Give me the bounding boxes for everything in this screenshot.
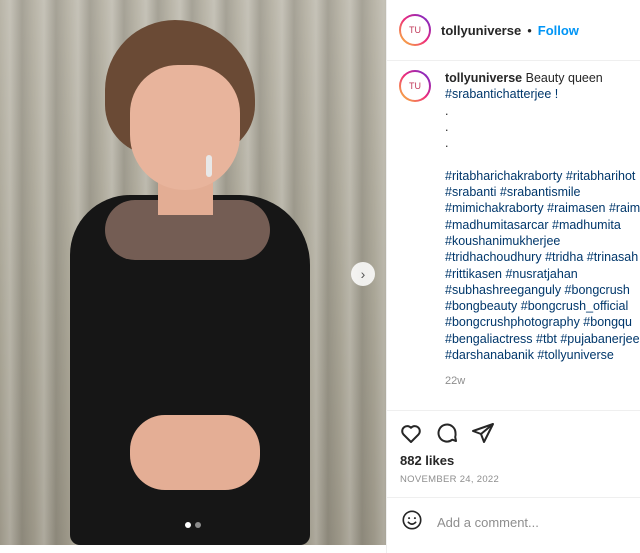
- comment-bar: [387, 497, 640, 546]
- comment-icon[interactable]: [435, 421, 459, 445]
- emoji-icon[interactable]: [401, 509, 423, 536]
- caption-avatar-initials: TU: [401, 72, 429, 100]
- hashtag-line[interactable]: #koushanimukherjee: [445, 233, 640, 249]
- hashtag-line[interactable]: #ritabharichakraborty #ritabharihot: [445, 168, 640, 184]
- comment-input[interactable]: [435, 513, 619, 531]
- avatar-initials: TU: [401, 16, 429, 44]
- post-header: TU tollyuniverse • Follow: [387, 0, 640, 61]
- caption-body: tollyuniverse Beauty queen #srabantichat…: [445, 70, 640, 390]
- hashtag-line[interactable]: #srabanti #srabantismile: [445, 184, 640, 200]
- caption-dot: .: [445, 103, 449, 118]
- hashtag-line[interactable]: #bengaliactress #tbt #pujabanerjee: [445, 331, 640, 347]
- action-icons: [387, 411, 640, 445]
- hashtag-line[interactable]: #mimichakraborty #raimasen #raim: [445, 200, 640, 216]
- carousel-dots: [0, 522, 386, 528]
- avatar[interactable]: TU: [399, 14, 431, 46]
- photo-earring: [206, 155, 212, 177]
- carousel-dot: [185, 522, 191, 528]
- heart-icon[interactable]: [399, 421, 423, 445]
- chevron-right-icon: ›: [360, 266, 366, 282]
- hashtag-line[interactable]: #darshanabanik #tollyuniverse: [445, 347, 640, 363]
- hashtag-line[interactable]: #bongbeauty #bongcrush_official: [445, 298, 640, 314]
- caption-dot: .: [445, 136, 449, 151]
- share-icon[interactable]: [471, 421, 495, 445]
- caption-avatar[interactable]: TU: [399, 70, 431, 102]
- hashtag-line[interactable]: #subhashreeganguly #bongcrush: [445, 282, 640, 298]
- post-username[interactable]: tollyuniverse: [441, 23, 521, 38]
- post-side-panel: TU tollyuniverse • Follow TU tollyuniver…: [386, 0, 640, 553]
- caption-text: Beauty queen: [525, 71, 603, 85]
- hashtag-line[interactable]: #bongcrushphotography #bongqu: [445, 314, 640, 330]
- post-photo: ›: [0, 0, 386, 545]
- hashtag-line[interactable]: #tridhachoudhury #tridha #trinasah: [445, 249, 640, 265]
- caption-username[interactable]: tollyuniverse: [445, 71, 522, 85]
- carousel-next-button[interactable]: ›: [351, 262, 375, 286]
- carousel-dot: [195, 522, 201, 528]
- header-separator: •: [527, 22, 532, 38]
- post-date: NOVEMBER 24, 2022: [400, 474, 500, 485]
- caption-dot: .: [445, 119, 449, 134]
- caption-time: 22w: [445, 375, 466, 388]
- photo-hands: [130, 415, 260, 490]
- like-count[interactable]: 882 likes: [387, 445, 640, 468]
- photo-face: [130, 65, 240, 190]
- follow-button[interactable]: Follow: [538, 23, 579, 38]
- hashtag-line[interactable]: #rittikasen #nusratjahan: [445, 266, 640, 282]
- caption: TU tollyuniverse Beauty queen #srabantic…: [399, 70, 640, 390]
- post-actions: 882 likes NOVEMBER 24, 2022: [387, 410, 640, 485]
- hashtag-line[interactable]: #srabantichatterjee !: [445, 86, 640, 102]
- hashtag-line[interactable]: #madhumitasarcar #madhumita: [445, 217, 640, 233]
- photo-subject: [60, 20, 330, 545]
